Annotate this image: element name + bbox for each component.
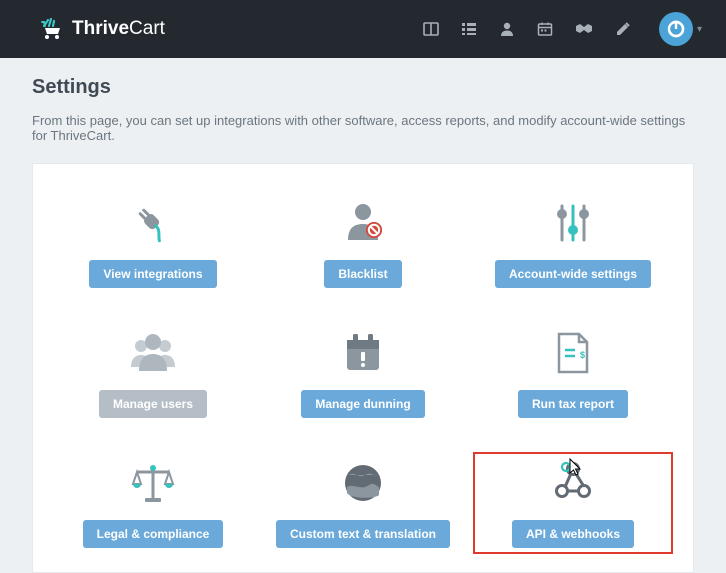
api-webhooks-button[interactable]: API & webhooks: [512, 520, 634, 548]
handshake-icon[interactable]: [575, 21, 593, 37]
view-integrations-button[interactable]: View integrations: [89, 260, 216, 288]
manage-users-button[interactable]: Manage users: [99, 390, 207, 418]
tile-translation: Custom text & translation: [263, 452, 463, 554]
tile-api-webhooks: API & webhooks: [473, 452, 673, 554]
sliders-icon: [550, 198, 596, 248]
tile-account-settings: Account-wide settings: [473, 192, 673, 294]
translation-button[interactable]: Custom text & translation: [276, 520, 450, 548]
dunning-icon: [341, 328, 385, 378]
person-icon[interactable]: [499, 21, 515, 37]
account-menu[interactable]: ▾: [653, 12, 702, 46]
settings-grid: View integrations Blackli: [32, 163, 694, 573]
account-settings-button[interactable]: Account-wide settings: [495, 260, 651, 288]
globe-icon: [341, 458, 385, 508]
run-tax-report-button[interactable]: Run tax report: [518, 390, 628, 418]
tax-report-icon: $: [553, 328, 593, 378]
page-title: Settings: [32, 76, 694, 99]
chevron-down-icon: ▾: [697, 24, 702, 35]
logo-text: ThriveCart: [72, 18, 165, 40]
logo[interactable]: ThriveCart: [40, 18, 165, 40]
logo-mark-icon: [40, 18, 64, 40]
tile-users: Manage users: [53, 322, 253, 424]
page-description: From this page, you can set up integrati…: [32, 113, 694, 143]
legal-compliance-button[interactable]: Legal & compliance: [83, 520, 224, 548]
manage-dunning-button[interactable]: Manage dunning: [301, 390, 424, 418]
panels-icon[interactable]: [423, 21, 439, 37]
tile-dunning: Manage dunning: [263, 322, 463, 424]
calendar-icon[interactable]: [537, 21, 553, 37]
tile-legal: Legal & compliance: [53, 452, 253, 554]
edit-icon[interactable]: [615, 21, 631, 37]
tile-tax: $ Run tax report: [473, 322, 673, 424]
scales-icon: [128, 458, 178, 508]
tile-integrations: View integrations: [53, 192, 253, 294]
plug-icon: [130, 198, 176, 248]
nav-icons: ▾: [423, 12, 702, 46]
blacklist-icon: [340, 198, 386, 248]
users-icon: [127, 328, 179, 378]
topbar: ThriveCart ▾: [0, 0, 726, 58]
power-icon: [659, 12, 693, 46]
tile-blacklist: Blacklist: [263, 192, 463, 294]
webhook-icon: [549, 458, 597, 508]
svg-text:$: $: [580, 350, 585, 360]
blacklist-button[interactable]: Blacklist: [324, 260, 401, 288]
page-body: Settings From this page, you can set up …: [0, 58, 726, 573]
list-icon[interactable]: [461, 21, 477, 37]
